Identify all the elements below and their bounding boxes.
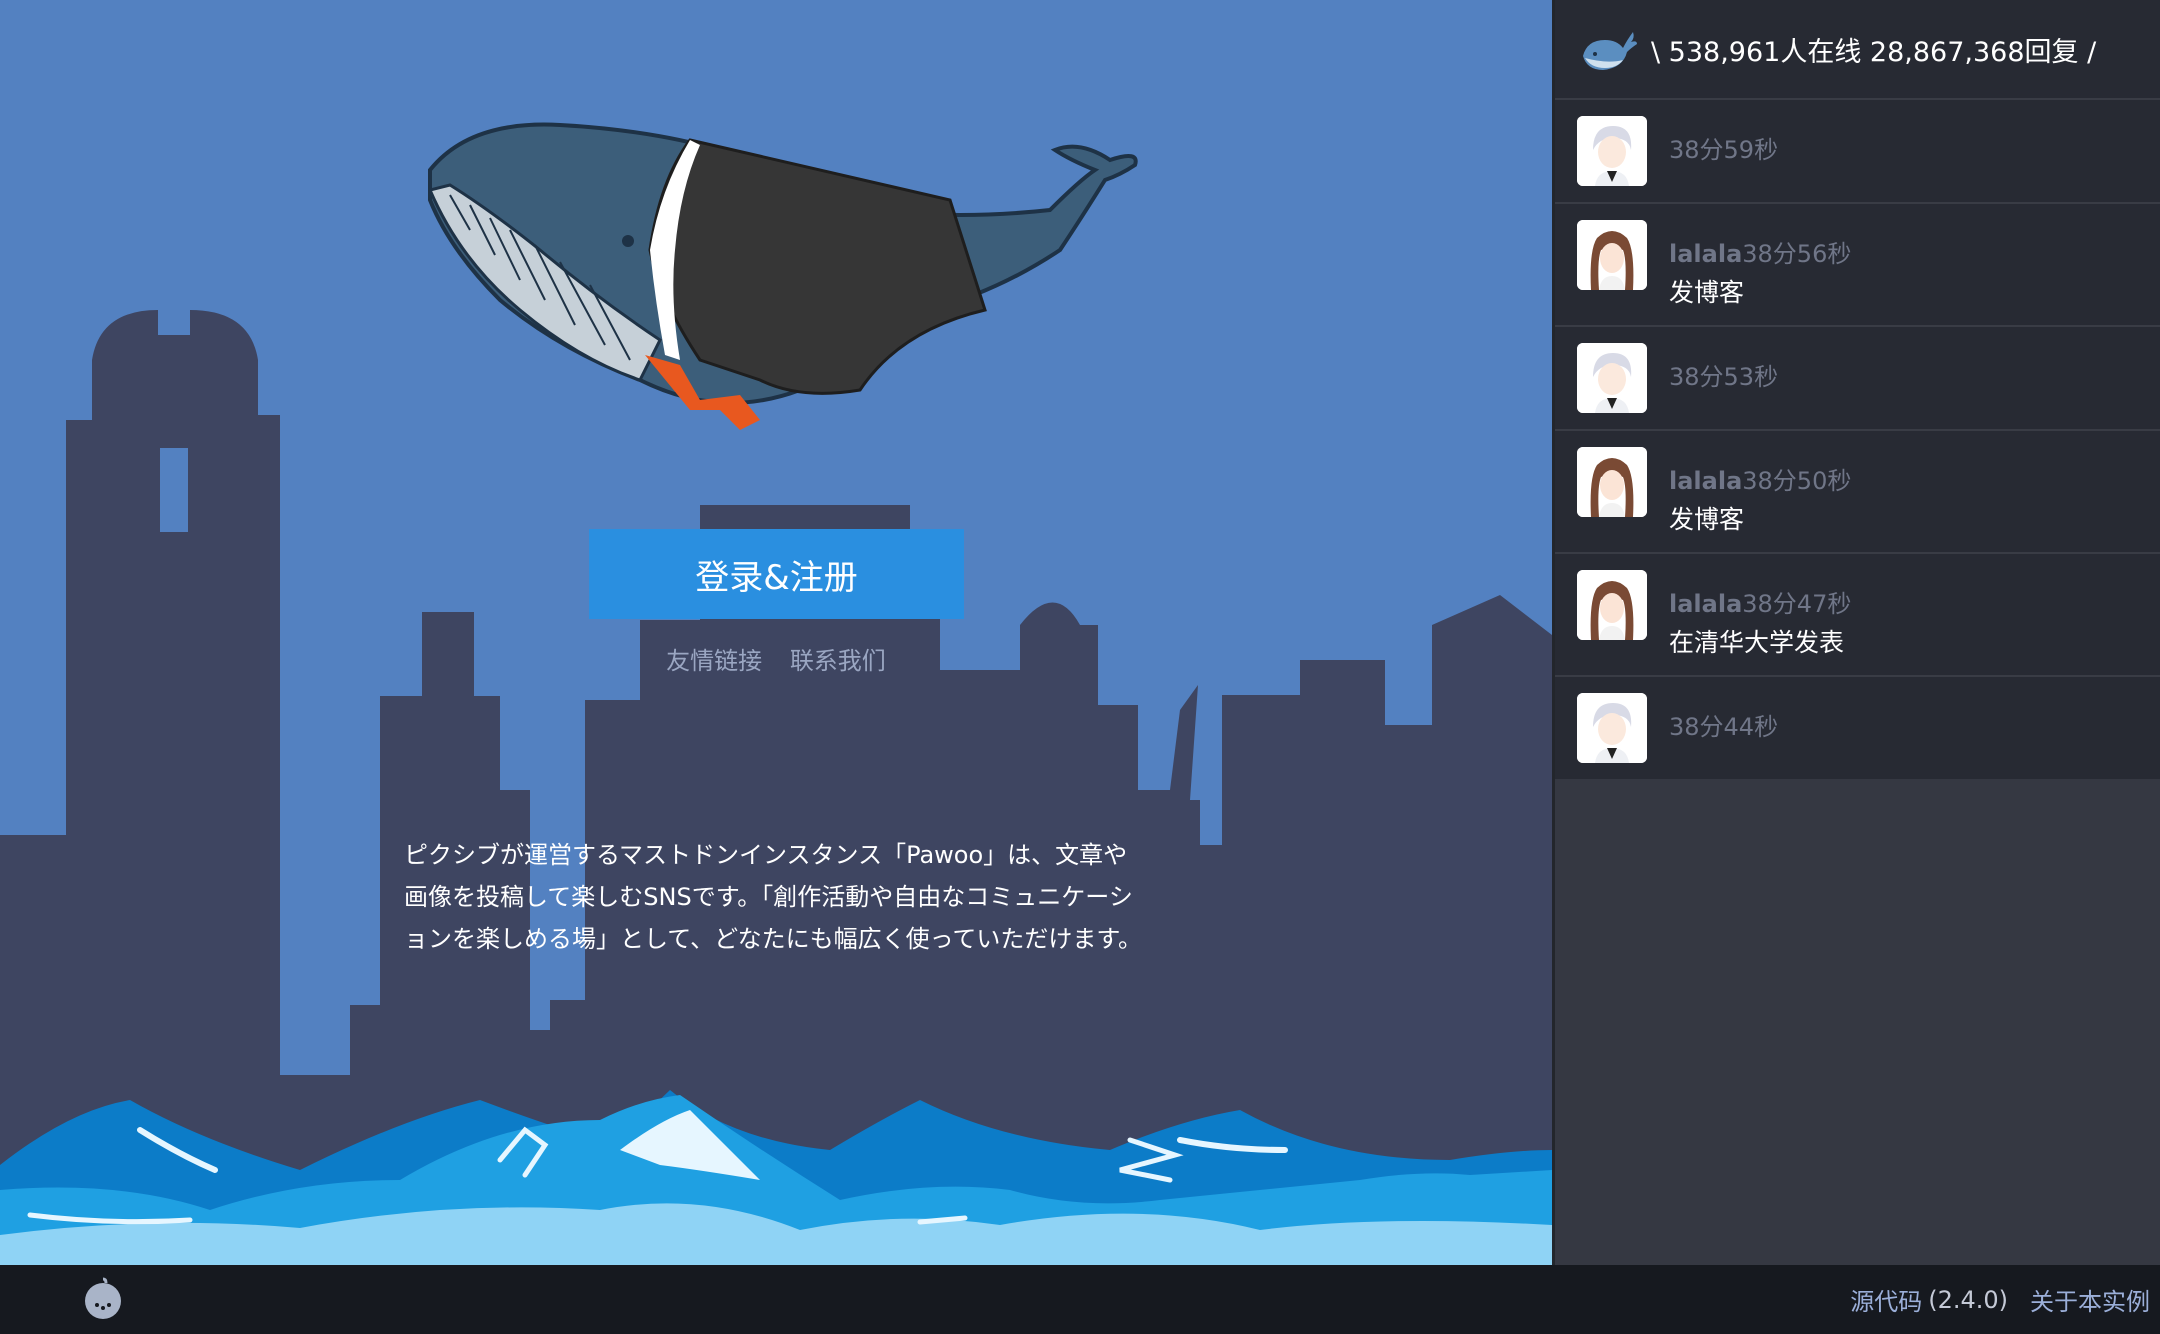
feed-time: 38分56秒 — [1742, 240, 1852, 268]
feed-item[interactable]: lalala38分56秒发博客 — [1555, 202, 2160, 325]
instance-description: ピクシブが運営するマストドンインスタンス「Pawoo」は、文章や画像を投稿して楽… — [404, 841, 1142, 953]
brown-hair-avatar — [1577, 447, 1647, 517]
feed-time: 38分50秒 — [1742, 467, 1852, 495]
source-code-link[interactable]: 源代码 — [1850, 1282, 1922, 1317]
feed-action: 发博客 — [1669, 278, 1745, 307]
brown-hair-avatar — [1577, 570, 1647, 640]
feed-action: 发博客 — [1669, 505, 1745, 534]
feed-action: 在清华大学发表 — [1669, 628, 1845, 657]
feed-item[interactable]: lalala38分50秒发博客 — [1555, 429, 2160, 552]
feed-time: 38分59秒 — [1669, 136, 1779, 164]
feed-item[interactable]: lalala38分47秒在清华大学发表 — [1555, 552, 2160, 675]
feed-time: 38分47秒 — [1742, 590, 1852, 618]
feed-item[interactable]: 38分53秒 — [1555, 325, 2160, 429]
feed-user[interactable]: lalala — [1669, 590, 1742, 618]
login-register-button[interactable]: 登录&注册 — [589, 529, 964, 619]
mascot-icon — [85, 1277, 121, 1319]
about-instance-link[interactable]: 关于本实例 — [2030, 1282, 2150, 1317]
friend-links-link[interactable]: 友情链接 — [666, 647, 762, 675]
online-stats-text: \ 538,961人在线 28,867,368回复 / — [1651, 36, 2097, 68]
activity-sidebar: \ 538,961人在线 28,867,368回复 / 38分59秒 lalal… — [1552, 0, 2160, 1265]
contact-us-link[interactable]: 联系我们 — [790, 647, 886, 675]
white-hair-avatar — [1577, 343, 1647, 413]
feed-item[interactable]: 38分59秒 — [1555, 98, 2160, 202]
whale-with-coat — [427, 122, 1138, 430]
white-hair-avatar — [1577, 116, 1647, 186]
city-whale-illustration — [0, 122, 1552, 1265]
feed-user[interactable]: lalala — [1669, 467, 1742, 495]
hero-panel: 登录&注册 友情链接 联系我们 ピクシブが運営するマストドンインスタンス「Paw… — [0, 0, 1552, 1265]
hero-links: 友情链接 联系我们 — [0, 641, 1552, 676]
feed-item[interactable]: 38分44秒 — [1555, 675, 2160, 779]
footer-links: 源代码 (2.4.0) 关于本实例 — [1850, 1265, 2150, 1334]
feed-time: 38分44秒 — [1669, 713, 1779, 741]
white-hair-avatar — [1577, 693, 1647, 763]
feed-time: 38分53秒 — [1669, 363, 1779, 391]
city-skyline — [0, 310, 1552, 1265]
version-text: (2.4.0) — [1928, 1285, 2008, 1314]
brown-hair-avatar — [1577, 220, 1647, 290]
feed-user[interactable]: lalala — [1669, 240, 1742, 268]
whale-logo-icon — [1583, 32, 1637, 70]
footer-bar: 源代码 (2.4.0) 关于本实例 — [0, 1265, 2160, 1334]
stats-header: \ 538,961人在线 28,867,368回复 / — [1555, 0, 2160, 98]
